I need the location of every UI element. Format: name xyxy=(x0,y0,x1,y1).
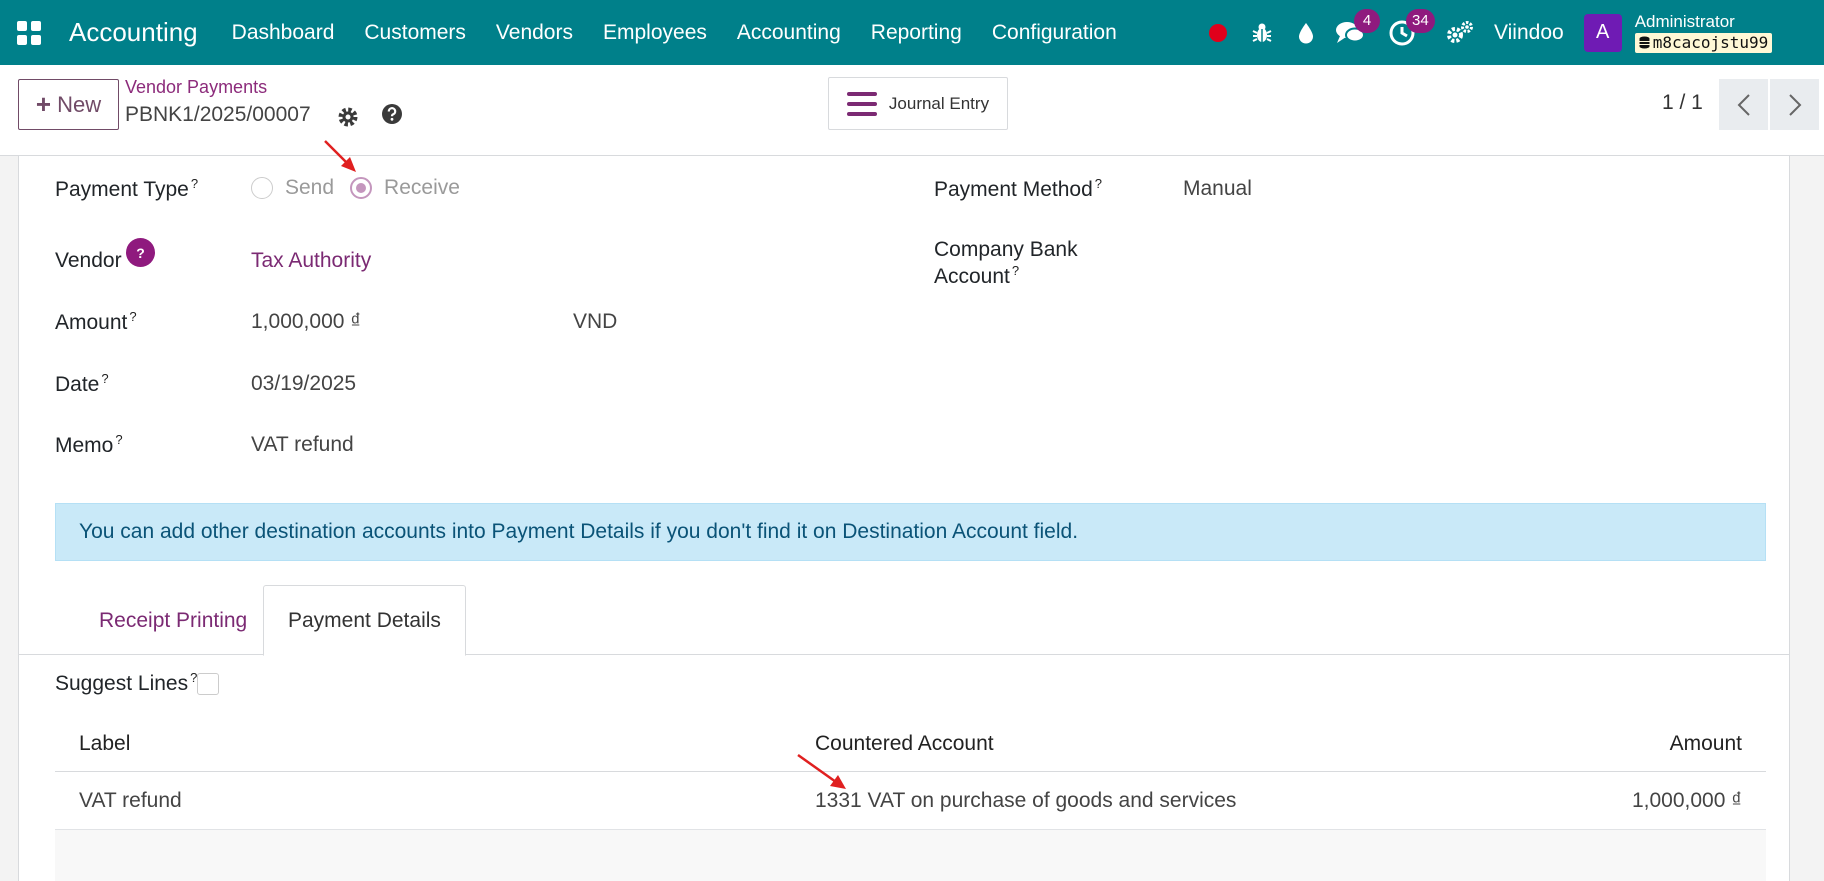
apps-menu-button[interactable] xyxy=(0,0,58,65)
menu-item-accounting[interactable]: Accounting xyxy=(722,21,856,45)
amount-value[interactable]: 1,000,000 ₫ xyxy=(251,309,361,335)
switch-company-button[interactable] xyxy=(1438,11,1482,55)
pager-previous-button[interactable] xyxy=(1719,79,1768,130)
row-amount-cell[interactable]: 1,000,000 ₫ xyxy=(1366,789,1766,813)
menu-item-vendors[interactable]: Vendors xyxy=(481,21,588,45)
row-label-cell[interactable]: VAT refund xyxy=(55,789,815,813)
form-sheet: Payment Type? Send Receive Vendor ? Tax … xyxy=(18,156,1790,881)
control-panel: + New Vendor Payments PBNK1/2025/00007 J… xyxy=(0,65,1824,156)
column-header-amount[interactable]: Amount xyxy=(1366,732,1766,756)
actions-gear-button[interactable] xyxy=(336,105,364,133)
menu-item-configuration[interactable]: Configuration xyxy=(977,21,1132,45)
company-bank-account-label: Company Bank Account? xyxy=(934,238,1078,289)
vendor-help-badge[interactable]: ? xyxy=(126,238,155,267)
top-navbar: Accounting Dashboard Customers Vendors E… xyxy=(0,0,1824,65)
record-button[interactable] xyxy=(1196,11,1240,55)
date-value[interactable]: 03/19/2025 xyxy=(251,371,356,397)
table-row[interactable]: VAT refund 1331 VAT on purchase of goods… xyxy=(55,772,1766,830)
radio-send[interactable]: Send xyxy=(251,176,334,200)
currency-value[interactable]: VND xyxy=(573,309,617,335)
payment-details-table: Label Countered Account Amount VAT refun… xyxy=(55,716,1766,881)
pager-next-button[interactable] xyxy=(1770,79,1819,130)
table-footer xyxy=(55,830,1766,881)
help-button[interactable] xyxy=(380,102,408,130)
tab-receipt-printing[interactable]: Receipt Printing xyxy=(75,585,271,656)
radio-receive-circle xyxy=(350,177,373,199)
tab-payment-details[interactable]: Payment Details xyxy=(263,585,466,656)
payment-type-label: Payment Type? xyxy=(55,176,199,201)
database-icon xyxy=(1639,36,1650,49)
record-name: PBNK1/2025/00007 xyxy=(125,103,311,126)
info-alert: You can add other destination accounts i… xyxy=(55,503,1766,561)
new-button[interactable]: + New xyxy=(18,79,119,130)
chevron-right-icon xyxy=(1788,93,1801,116)
suggest-lines-field: Suggest Lines? xyxy=(55,670,220,697)
vendor-label: Vendor xyxy=(55,249,122,272)
gear-icon xyxy=(338,107,358,127)
pager-value[interactable]: 1 / 1 xyxy=(1662,91,1703,115)
database-name: m8cacojstu99 xyxy=(1652,32,1769,52)
new-button-label: New xyxy=(57,91,102,117)
question-circle-icon xyxy=(382,104,402,124)
bug-icon xyxy=(1252,23,1272,42)
radio-send-label: Send xyxy=(285,176,335,199)
gears-icon xyxy=(1447,20,1473,43)
plus-icon: + xyxy=(35,89,52,119)
memo-value[interactable]: VAT refund xyxy=(251,432,354,458)
company-name[interactable]: Viindoo xyxy=(1494,21,1564,45)
date-label: Date? xyxy=(55,371,109,396)
user-name: Administrator xyxy=(1634,11,1735,31)
memo-label: Memo? xyxy=(55,432,123,457)
radio-receive-label: Receive xyxy=(384,176,460,199)
menu-item-dashboard[interactable]: Dashboard xyxy=(217,21,350,45)
amount-label: Amount? xyxy=(55,309,137,334)
menu-item-customers[interactable]: Customers xyxy=(349,21,481,45)
messages-button[interactable]: 4 xyxy=(1328,8,1380,55)
debug-button[interactable] xyxy=(1240,11,1284,55)
radio-send-circle xyxy=(251,177,273,199)
apps-grid-icon xyxy=(17,20,41,45)
systray: 4 34 Viindoo A Administrator m8cacojstu9… xyxy=(1196,0,1773,65)
payment-method-value[interactable]: Manual xyxy=(1183,176,1252,202)
radio-receive[interactable]: Receive xyxy=(350,176,460,200)
theme-button[interactable] xyxy=(1284,11,1328,55)
suggest-lines-label: Suggest Lines? xyxy=(55,670,198,695)
suggest-lines-checkbox[interactable] xyxy=(197,672,220,695)
payment-type-radio-group: Send Receive xyxy=(251,176,476,200)
app-brand[interactable]: Accounting xyxy=(69,17,198,48)
user-menu[interactable]: Administrator m8cacojstu99 xyxy=(1634,11,1773,53)
user-avatar[interactable]: A xyxy=(1583,13,1622,52)
activities-count-badge: 34 xyxy=(1406,8,1435,33)
menu-item-reporting[interactable]: Reporting xyxy=(856,21,977,45)
bars-icon xyxy=(846,91,877,116)
menu-item-employees[interactable]: Employees xyxy=(588,21,722,45)
vendor-value[interactable]: Tax Authority xyxy=(251,248,371,274)
database-badge: m8cacojstu99 xyxy=(1634,32,1773,53)
main-menu: Dashboard Customers Vendors Employees Ac… xyxy=(217,21,1132,45)
notebook-tabs: Receipt Printing Payment Details xyxy=(19,585,1789,656)
droplet-icon xyxy=(1299,22,1313,43)
scrollbar[interactable] xyxy=(1789,588,1790,650)
column-header-label[interactable]: Label xyxy=(55,732,815,756)
table-header: Label Countered Account Amount xyxy=(55,716,1766,772)
messages-count-badge: 4 xyxy=(1354,8,1380,33)
journal-entry-button[interactable]: Journal Entry xyxy=(828,77,1008,130)
payment-method-label: Payment Method? xyxy=(934,176,1102,201)
breadcrumb-parent[interactable]: Vendor Payments xyxy=(125,77,267,98)
journal-entry-label: Journal Entry xyxy=(888,93,990,113)
activities-button[interactable]: 34 xyxy=(1380,8,1435,55)
column-header-countered-account[interactable]: Countered Account xyxy=(815,732,1366,756)
chevron-left-icon xyxy=(1737,93,1750,116)
record-dot-icon xyxy=(1209,23,1227,42)
row-account-cell[interactable]: 1331 VAT on purchase of goods and servic… xyxy=(815,789,1366,813)
